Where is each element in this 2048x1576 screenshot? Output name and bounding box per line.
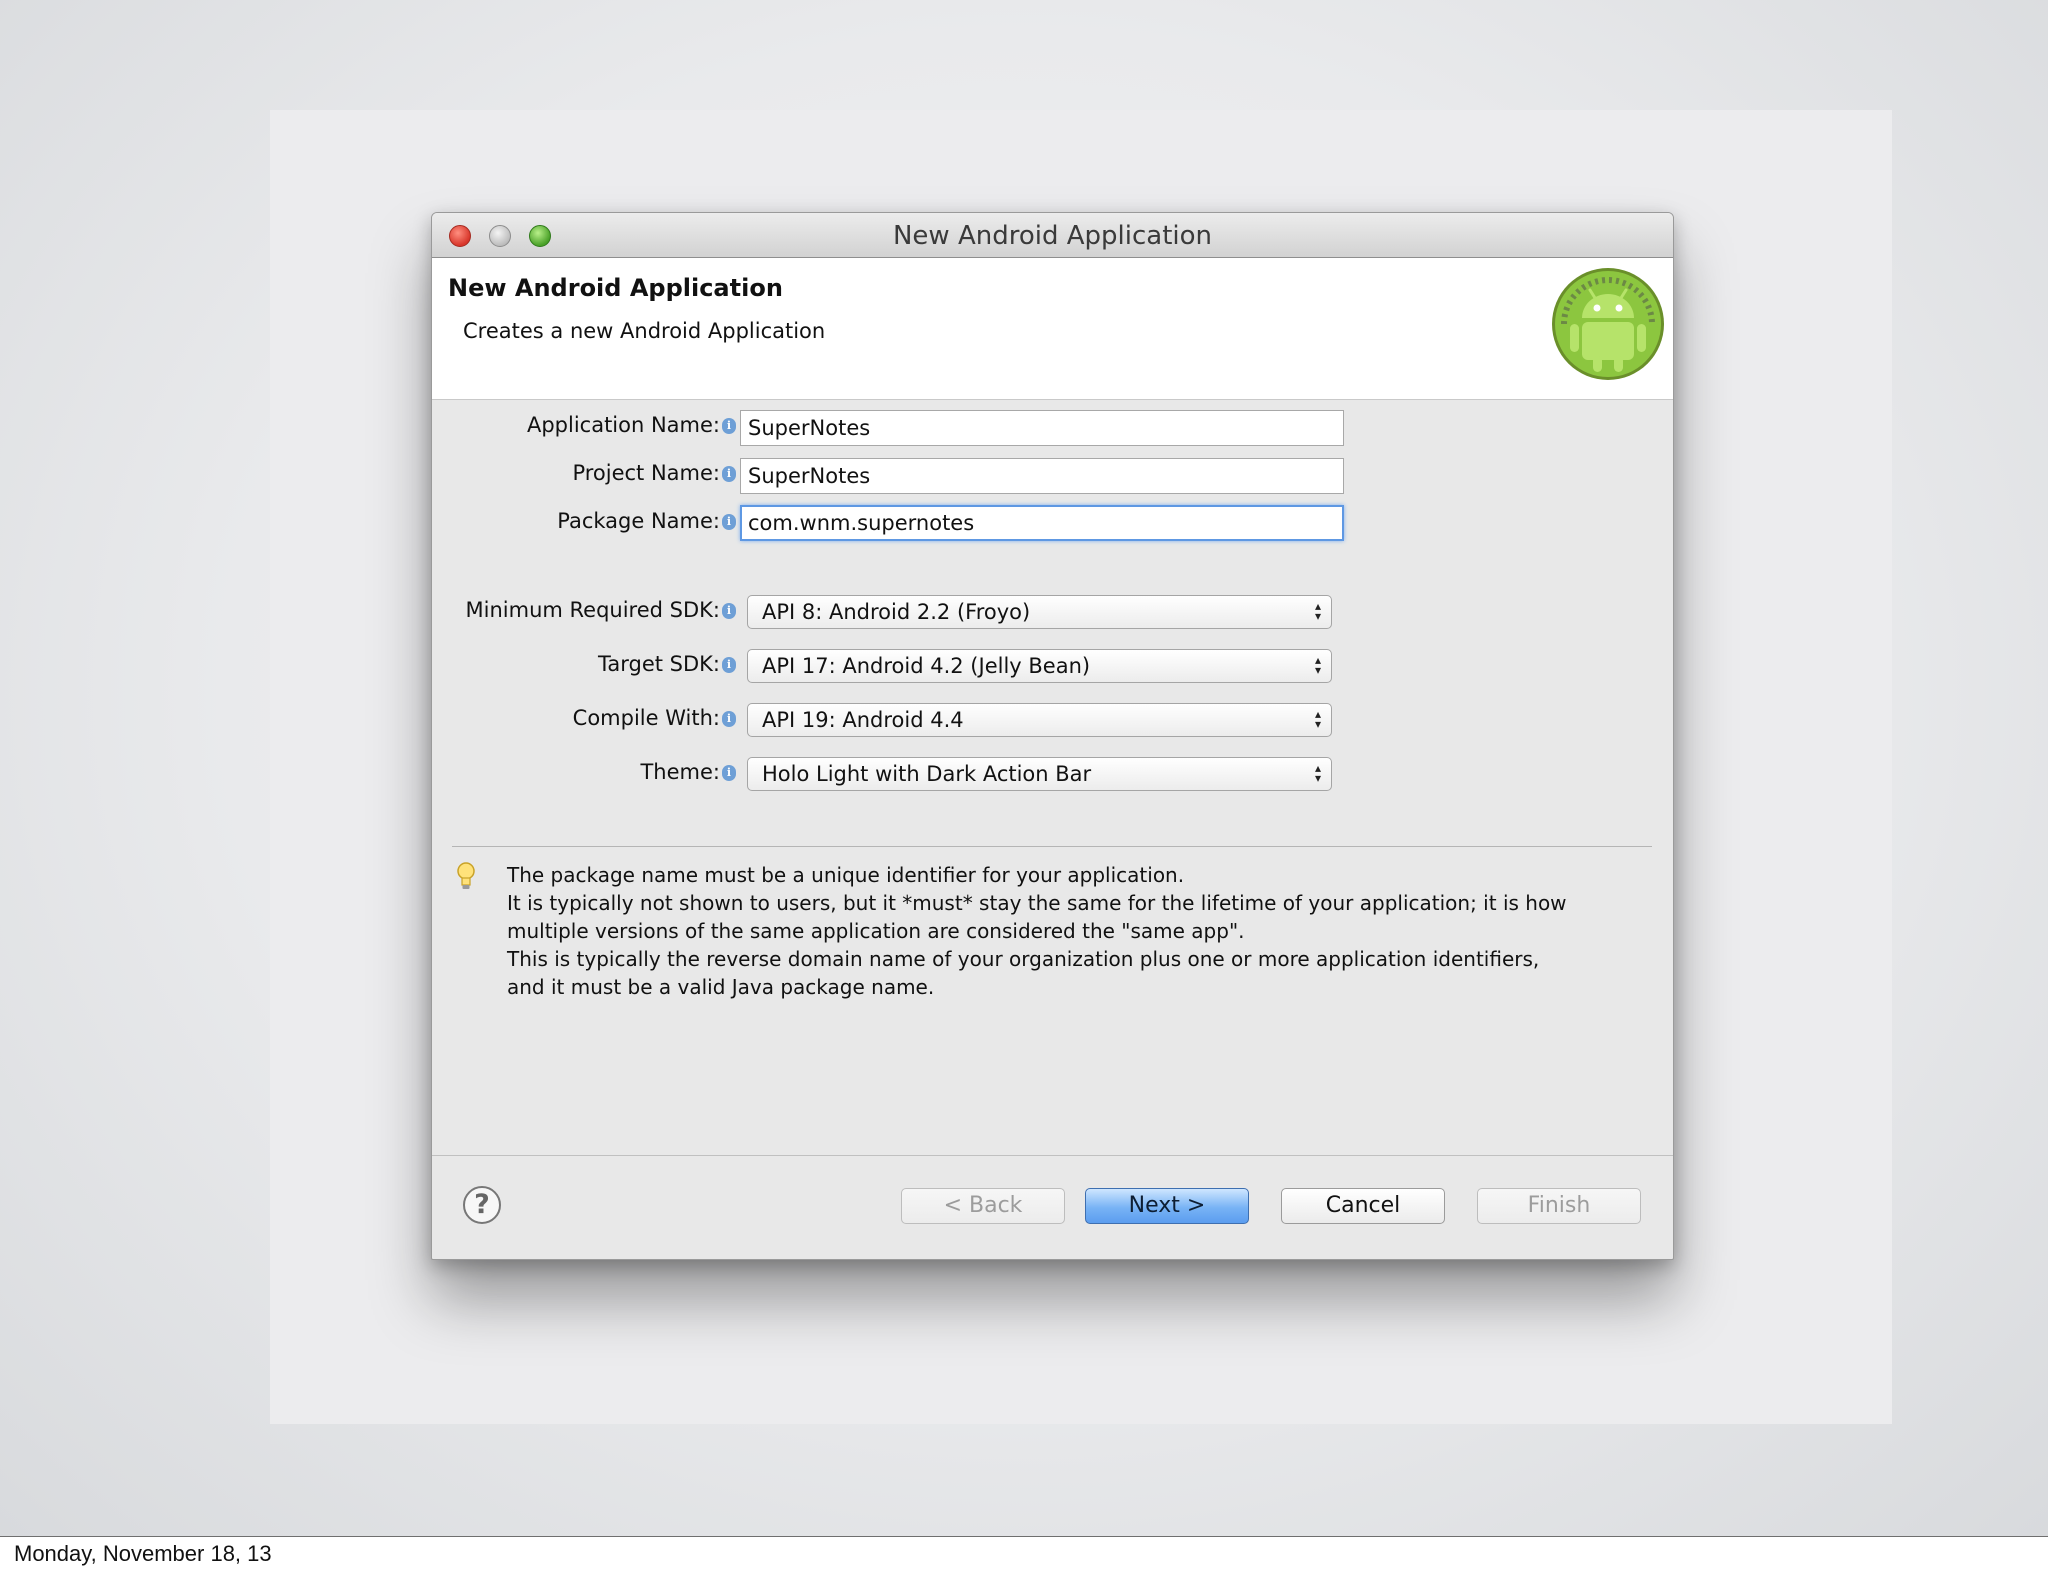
info-icon[interactable]: i — [722, 514, 736, 530]
help-button[interactable]: ? — [463, 1186, 501, 1224]
project-name-input[interactable]: SuperNotes — [740, 458, 1344, 494]
project-name-label: Project Name: — [572, 461, 720, 485]
select-arrows-icon: ▴ ▾ — [1314, 761, 1321, 785]
title-bar[interactable]: New Android Application — [432, 213, 1673, 258]
section-divider — [452, 846, 1652, 847]
info-icon[interactable]: i — [722, 466, 736, 482]
hint-line: It is typically not shown to users, but … — [507, 891, 1567, 915]
wizard-subtitle: Creates a new Android Application — [463, 319, 826, 343]
lightbulb-icon — [457, 862, 475, 889]
target-sdk-label: Target SDK: — [598, 652, 720, 676]
compile-with-value: API 19: Android 4.4 — [762, 708, 964, 732]
info-icon[interactable]: i — [722, 657, 736, 673]
target-sdk-select[interactable]: API 17: Android 4.2 (Jelly Bean) ▴ ▾ — [747, 649, 1332, 683]
slide-date: Monday, November 18, 13 — [14, 1541, 272, 1566]
minimum-sdk-label: Minimum Required SDK: — [465, 598, 720, 622]
package-name-label: Package Name: — [557, 509, 720, 533]
application-name-input[interactable]: SuperNotes — [740, 410, 1344, 446]
info-icon[interactable]: i — [722, 711, 736, 727]
compile-with-label: Compile With: — [572, 706, 720, 730]
slide-background: New Android Application New Android Appl… — [0, 0, 2048, 1537]
minimum-sdk-select[interactable]: API 8: Android 2.2 (Froyo) ▴ ▾ — [747, 595, 1332, 629]
android-logo-icon — [1552, 268, 1664, 380]
theme-select[interactable]: Holo Light with Dark Action Bar ▴ ▾ — [747, 757, 1332, 791]
package-name-input[interactable]: com.wnm.supernotes — [740, 505, 1344, 541]
wizard-header: New Android Application Creates a new An… — [432, 258, 1673, 400]
hint-line: and it must be a valid Java package name… — [507, 975, 935, 999]
cancel-button[interactable]: Cancel — [1281, 1188, 1445, 1224]
application-name-label: Application Name: — [526, 413, 720, 437]
dialog-window: New Android Application New Android Appl… — [431, 212, 1674, 1260]
hint-line: This is typically the reverse domain nam… — [507, 947, 1540, 971]
info-icon[interactable]: i — [722, 765, 736, 781]
select-arrows-icon: ▴ ▾ — [1314, 653, 1321, 677]
footer-separator — [432, 1155, 1673, 1156]
finish-button[interactable]: Finish — [1477, 1188, 1641, 1224]
minimum-sdk-value: API 8: Android 2.2 (Froyo) — [762, 600, 1031, 624]
target-sdk-value: API 17: Android 4.2 (Jelly Bean) — [762, 654, 1091, 678]
select-arrows-icon: ▴ ▾ — [1314, 599, 1321, 623]
window-title: New Android Application — [892, 221, 1213, 251]
hint-line: multiple versions of the same applicatio… — [507, 919, 1245, 943]
back-button[interactable]: < Back — [901, 1188, 1065, 1224]
wizard-title: New Android Application — [448, 274, 783, 302]
hint-message: The package name must be a unique identi… — [507, 861, 1647, 1001]
compile-with-select[interactable]: API 19: Android 4.4 ▴ ▾ — [747, 703, 1332, 737]
info-icon[interactable]: i — [722, 418, 736, 434]
info-icon[interactable]: i — [722, 603, 736, 619]
select-arrows-icon: ▴ ▾ — [1314, 707, 1321, 731]
next-button[interactable]: Next > — [1085, 1188, 1249, 1224]
hint-line: The package name must be a unique identi… — [507, 863, 1185, 887]
theme-value: Holo Light with Dark Action Bar — [762, 762, 1092, 786]
theme-label: Theme: — [640, 760, 720, 784]
